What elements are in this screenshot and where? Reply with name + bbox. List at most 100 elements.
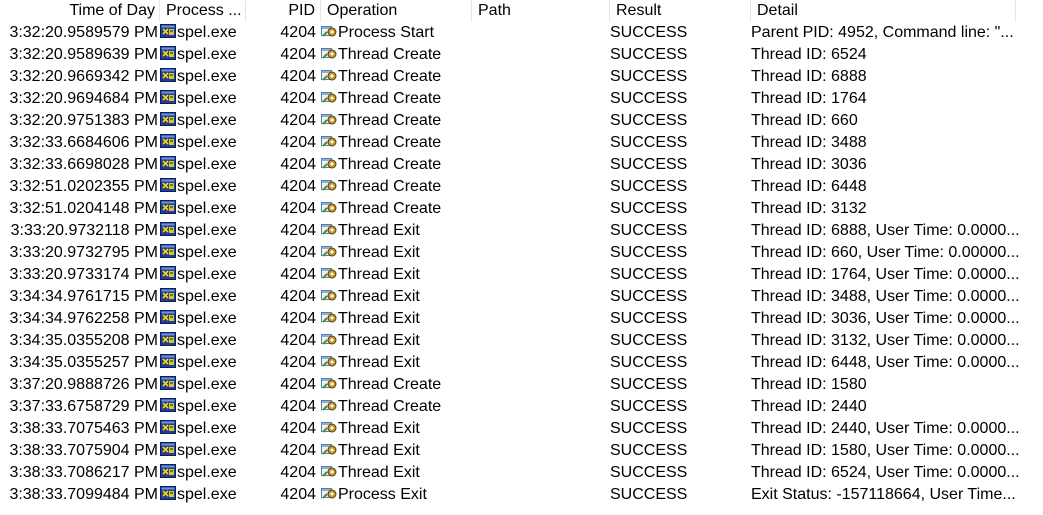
operation-name: Thread Create (338, 200, 442, 217)
table-row[interactable]: 3:38:33.7099484 PM spel.exe 4204 Process Ex… (0, 484, 1043, 506)
result-cell: SUCCESS (610, 156, 688, 173)
operation-name: Thread Exit (338, 332, 420, 349)
operation-cell: Thread Exit (321, 462, 471, 484)
pid-cell: 4204 (280, 46, 316, 63)
table-row[interactable]: 3:33:20.9732795 PM spel.exe 4204 Thread Exi… (0, 242, 1043, 264)
table-row[interactable]: 3:32:51.0204148 PM spel.exe 4204 Thread Cre… (0, 198, 1043, 220)
operation-cell: Thread Create (321, 374, 471, 396)
table-row[interactable]: 3:34:34.9761715 PM spel.exe 4204 Thread Exi… (0, 286, 1043, 308)
time-cell: 3:32:20.9669342 PM (9, 68, 158, 85)
pid-cell: 4204 (280, 288, 316, 305)
table-row[interactable]: 3:32:33.6698028 PM spel.exe 4204 Thread Cre… (0, 154, 1043, 176)
process-name: spel.exe (177, 112, 237, 129)
operation-cell: Thread Exit (321, 440, 471, 462)
pid-cell: 4204 (280, 68, 316, 85)
operation-name: Process Start (338, 24, 435, 41)
operation-name: Thread Create (338, 68, 442, 85)
process-window-icon (160, 45, 176, 61)
operation-name: Thread Exit (338, 222, 420, 239)
thread-gear-icon (321, 155, 337, 171)
thread-gear-icon (321, 287, 337, 303)
detail-cell: Thread ID: 1764, User Time: 0.0000... (751, 266, 1019, 283)
process-window-icon (160, 265, 176, 281)
time-cell: 3:33:20.9732795 PM (9, 244, 158, 261)
column-header-bar: Time of Day Process ... PID Operation Pa… (0, 0, 1043, 22)
pid-cell: 4204 (280, 486, 316, 503)
table-row[interactable]: 3:33:20.9732118 PM spel.exe 4204 Thread Exi… (0, 220, 1043, 242)
table-row[interactable]: 3:34:35.0355208 PM spel.exe 4204 Thread Exi… (0, 330, 1043, 352)
operation-cell: Thread Exit (321, 220, 471, 242)
time-cell: 3:34:34.9761715 PM (9, 288, 158, 305)
process-window-icon (160, 199, 176, 215)
column-header-pid[interactable]: PID (246, 0, 321, 22)
table-row[interactable]: 3:32:20.9589579 PM spel.exe 4204 Process St… (0, 22, 1043, 44)
thread-gear-icon (321, 463, 337, 479)
operation-name: Thread Exit (338, 420, 420, 437)
process-cell: spel.exe (160, 330, 246, 352)
pid-cell: 4204 (280, 332, 316, 349)
time-cell: 3:32:20.9589579 PM (9, 24, 158, 41)
operation-name: Thread Exit (338, 354, 420, 371)
table-row[interactable]: 3:32:33.6684606 PM spel.exe 4204 Thread Cre… (0, 132, 1043, 154)
process-name: spel.exe (177, 486, 237, 503)
table-row[interactable]: 3:32:51.0202355 PM spel.exe 4204 Thread Cre… (0, 176, 1043, 198)
time-cell: 3:38:33.7075463 PM (9, 420, 158, 437)
detail-cell: Thread ID: 6448 (751, 178, 867, 195)
process-window-icon (160, 111, 176, 127)
table-row[interactable]: 3:37:33.6758729 PM spel.exe 4204 Thread Cre… (0, 396, 1043, 418)
process-name: spel.exe (177, 68, 237, 85)
column-header-operation[interactable]: Operation (321, 0, 472, 22)
operation-name: Thread Exit (338, 310, 420, 327)
path-cell (472, 440, 609, 462)
process-name: spel.exe (177, 332, 237, 349)
column-header-path[interactable]: Path (472, 0, 610, 22)
table-row[interactable]: 3:37:20.9888726 PM spel.exe 4204 Thread Cre… (0, 374, 1043, 396)
thread-gear-icon (321, 89, 337, 105)
column-header-process[interactable]: Process ... (160, 0, 246, 22)
path-cell (472, 484, 609, 506)
table-row[interactable]: 3:32:20.9751383 PM spel.exe 4204 Thread Cre… (0, 110, 1043, 132)
detail-cell: Exit Status: -157118664, User Time... (751, 486, 1016, 503)
column-header-time[interactable]: Time of Day (0, 0, 160, 22)
process-name: spel.exe (177, 288, 237, 305)
result-cell: SUCCESS (610, 420, 688, 437)
path-cell (472, 352, 609, 374)
operation-cell: Thread Create (321, 396, 471, 418)
thread-gear-icon (321, 67, 337, 83)
process-name: spel.exe (177, 442, 237, 459)
detail-cell: Thread ID: 3132, User Time: 0.0000... (751, 332, 1019, 349)
table-row[interactable]: 3:34:34.9762258 PM spel.exe 4204 Thread Exi… (0, 308, 1043, 330)
operation-name: Thread Create (338, 376, 442, 393)
result-cell: SUCCESS (610, 464, 688, 481)
table-row[interactable]: 3:32:20.9669342 PM spel.exe 4204 Thread Cre… (0, 66, 1043, 88)
event-grid: Time of Day Process ... PID Operation Pa… (0, 0, 1043, 503)
process-window-icon (160, 67, 176, 83)
pid-cell: 4204 (280, 112, 316, 129)
process-name: spel.exe (177, 398, 237, 415)
table-row[interactable]: 3:32:20.9694684 PM spel.exe 4204 Thread Cre… (0, 88, 1043, 110)
thread-gear-icon (321, 23, 337, 39)
time-cell: 3:32:20.9751383 PM (9, 112, 158, 129)
thread-gear-icon (321, 133, 337, 149)
table-row[interactable]: 3:34:35.0355257 PM spel.exe 4204 Thread Exi… (0, 352, 1043, 374)
table-row[interactable]: 3:38:33.7075463 PM spel.exe 4204 Thread Exi… (0, 418, 1043, 440)
column-header-detail[interactable]: Detail (751, 0, 1016, 22)
table-row[interactable]: 3:38:33.7075904 PM spel.exe 4204 Thread Exi… (0, 440, 1043, 462)
operation-name: Thread Exit (338, 464, 420, 481)
result-cell: SUCCESS (610, 200, 688, 217)
operation-name: Thread Create (338, 178, 442, 195)
table-row[interactable]: 3:33:20.9733174 PM spel.exe 4204 Thread Exi… (0, 264, 1043, 286)
process-cell: spel.exe (160, 264, 246, 286)
process-window-icon (160, 419, 176, 435)
operation-cell: Thread Exit (321, 418, 471, 440)
table-row[interactable]: 3:32:20.9589639 PM spel.exe 4204 Thread Cre… (0, 44, 1043, 66)
operation-cell: Process Exit (321, 484, 471, 506)
path-cell (472, 330, 609, 352)
table-row[interactable]: 3:38:33.7086217 PM spel.exe 4204 Thread Exi… (0, 462, 1043, 484)
result-cell: SUCCESS (610, 178, 688, 195)
process-window-icon (160, 375, 176, 391)
operation-cell: Thread Create (321, 132, 471, 154)
thread-gear-icon (321, 177, 337, 193)
column-header-result[interactable]: Result (610, 0, 751, 22)
process-name: spel.exe (177, 354, 237, 371)
